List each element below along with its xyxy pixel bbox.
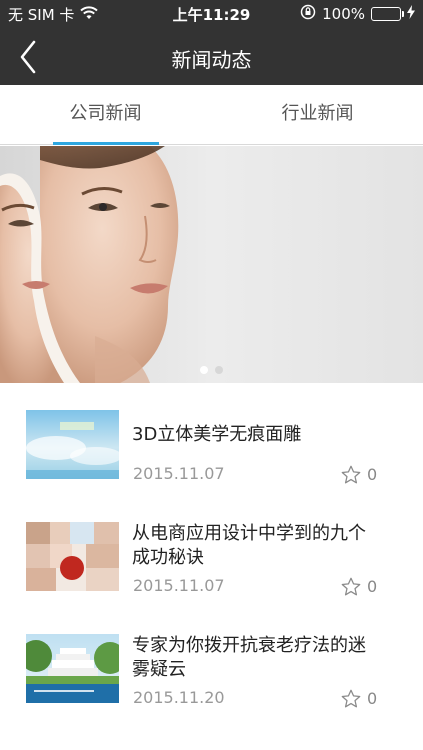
carousel-dot-1[interactable] xyxy=(200,366,208,374)
news-item[interactable]: 专家为你拨开抗衰老疗法的迷雾疑云 2015.11.20 0 xyxy=(0,607,423,719)
star-icon[interactable] xyxy=(340,464,362,486)
news-date: 2015.11.07 xyxy=(133,576,225,595)
news-date: 2015.11.07 xyxy=(133,464,225,483)
star-icon[interactable] xyxy=(340,688,362,710)
charging-icon xyxy=(407,5,415,23)
news-title: 从电商应用设计中学到的九个成功秘诀 xyxy=(132,523,366,568)
rotation-lock-icon xyxy=(300,4,316,24)
news-title: 3D立体美学无痕面雕 xyxy=(132,424,302,445)
news-thumbnail xyxy=(26,634,119,703)
news-item[interactable]: 3D立体美学无痕面雕 2015.11.07 0 xyxy=(0,383,423,495)
battery-icon xyxy=(371,7,404,21)
news-thumbnail xyxy=(26,522,119,591)
news-date: 2015.11.20 xyxy=(133,688,225,707)
news-item[interactable]: 从电商应用设计中学到的九个成功秘诀 2015.11.07 0 xyxy=(0,495,423,607)
news-thumbnail xyxy=(26,410,119,479)
favorite-count: 0 xyxy=(367,689,378,708)
battery-percent: 100% xyxy=(322,5,365,23)
banner-carousel[interactable] xyxy=(0,146,423,383)
tab-bar: 公司新闻 行业新闻 xyxy=(0,85,423,145)
tab-industry-news[interactable]: 行业新闻 xyxy=(212,85,423,145)
banner-image xyxy=(0,146,423,383)
status-right: 100% xyxy=(300,4,415,24)
star-icon[interactable] xyxy=(340,576,362,598)
nav-bar: 新闻动态 xyxy=(0,28,423,85)
page-title: 新闻动态 xyxy=(171,48,252,72)
favorite-count: 0 xyxy=(367,577,378,596)
favorite-count: 0 xyxy=(367,465,378,484)
tab-active-indicator xyxy=(53,142,159,145)
carousel-dot-2[interactable] xyxy=(215,366,223,374)
news-title: 专家为你拨开抗衰老疗法的迷雾疑云 xyxy=(132,635,366,680)
status-bar: 无 SIM 卡 上午11:29 100% xyxy=(0,0,423,28)
carousel-dots xyxy=(0,366,423,374)
tab-company-news[interactable]: 公司新闻 xyxy=(0,85,211,145)
